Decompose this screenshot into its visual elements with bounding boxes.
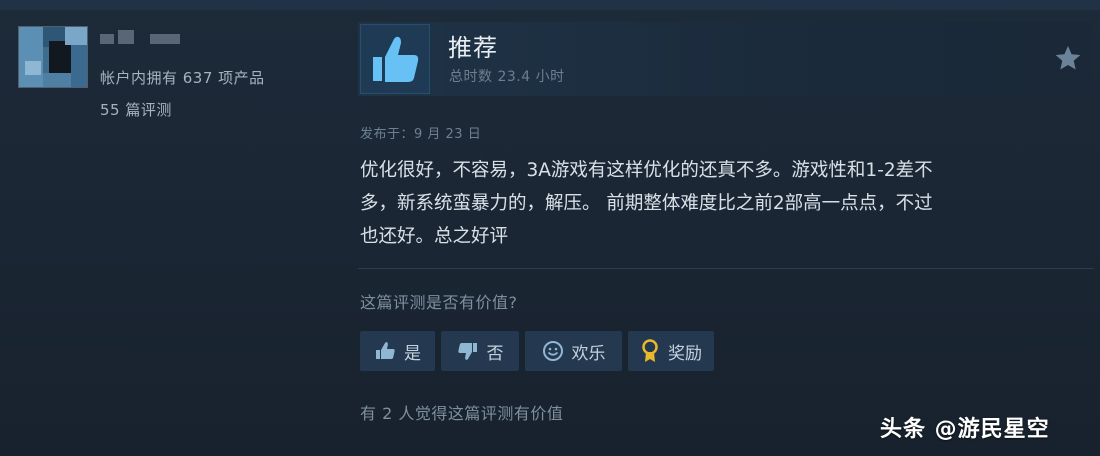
avatar[interactable] [18,26,88,88]
funny-button[interactable]: 欢乐 [525,331,622,371]
funny-label: 欢乐 [571,343,606,364]
yes-label: 是 [404,343,421,364]
review-line: 多，新系统蛮暴力的，解压。 前期整体难度比之前2部高一点点，不过 [360,193,933,214]
helpful-question: 这篇评测是否有价值? [360,293,518,312]
watermark: 头条 @游民星空 [880,417,1050,442]
award-ribbon-icon [642,339,658,362]
award-label: 奖励 [668,343,702,364]
divider [358,268,1094,269]
thumbs-up-icon [376,342,395,359]
thumbs-up-icon [360,24,430,94]
review-card: 帐户内拥有 637 项产品 55 篇评测 推荐 总时数 23.4 小时 发布于：… [0,0,1100,456]
no-label: 否 [486,343,504,364]
review-verdict: 推荐 [448,34,498,62]
helpful-count: 有 2 人觉得这篇评测有价值 [360,404,564,423]
thumbs-down-icon [457,343,477,360]
top-strip [0,0,1100,10]
review-line: 也还好。总之好评 [360,226,509,247]
star-icon[interactable] [1054,44,1082,72]
review-line: 优化很好，不容易，3A游戏有这样优化的还真不多。游戏性和1-2差不 [360,160,933,181]
review-body: 优化很好，不容易，3A游戏有这样优化的还真不多。游戏性和1-2差不 多，新系统蛮… [360,154,1080,253]
user-name-blurred[interactable] [100,28,190,50]
reviews-count[interactable]: 55 篇评测 [100,99,172,120]
no-button[interactable]: 否 [441,331,519,371]
products-owned[interactable]: 帐户内拥有 637 项产品 [100,67,265,88]
yes-button[interactable]: 是 [360,331,435,371]
playtime-hours: 总时数 23.4 小时 [449,69,565,85]
posted-date: 发布于：9 月 23 日 [360,127,482,142]
award-button[interactable]: 奖励 [628,331,714,371]
smiley-icon [542,341,563,361]
